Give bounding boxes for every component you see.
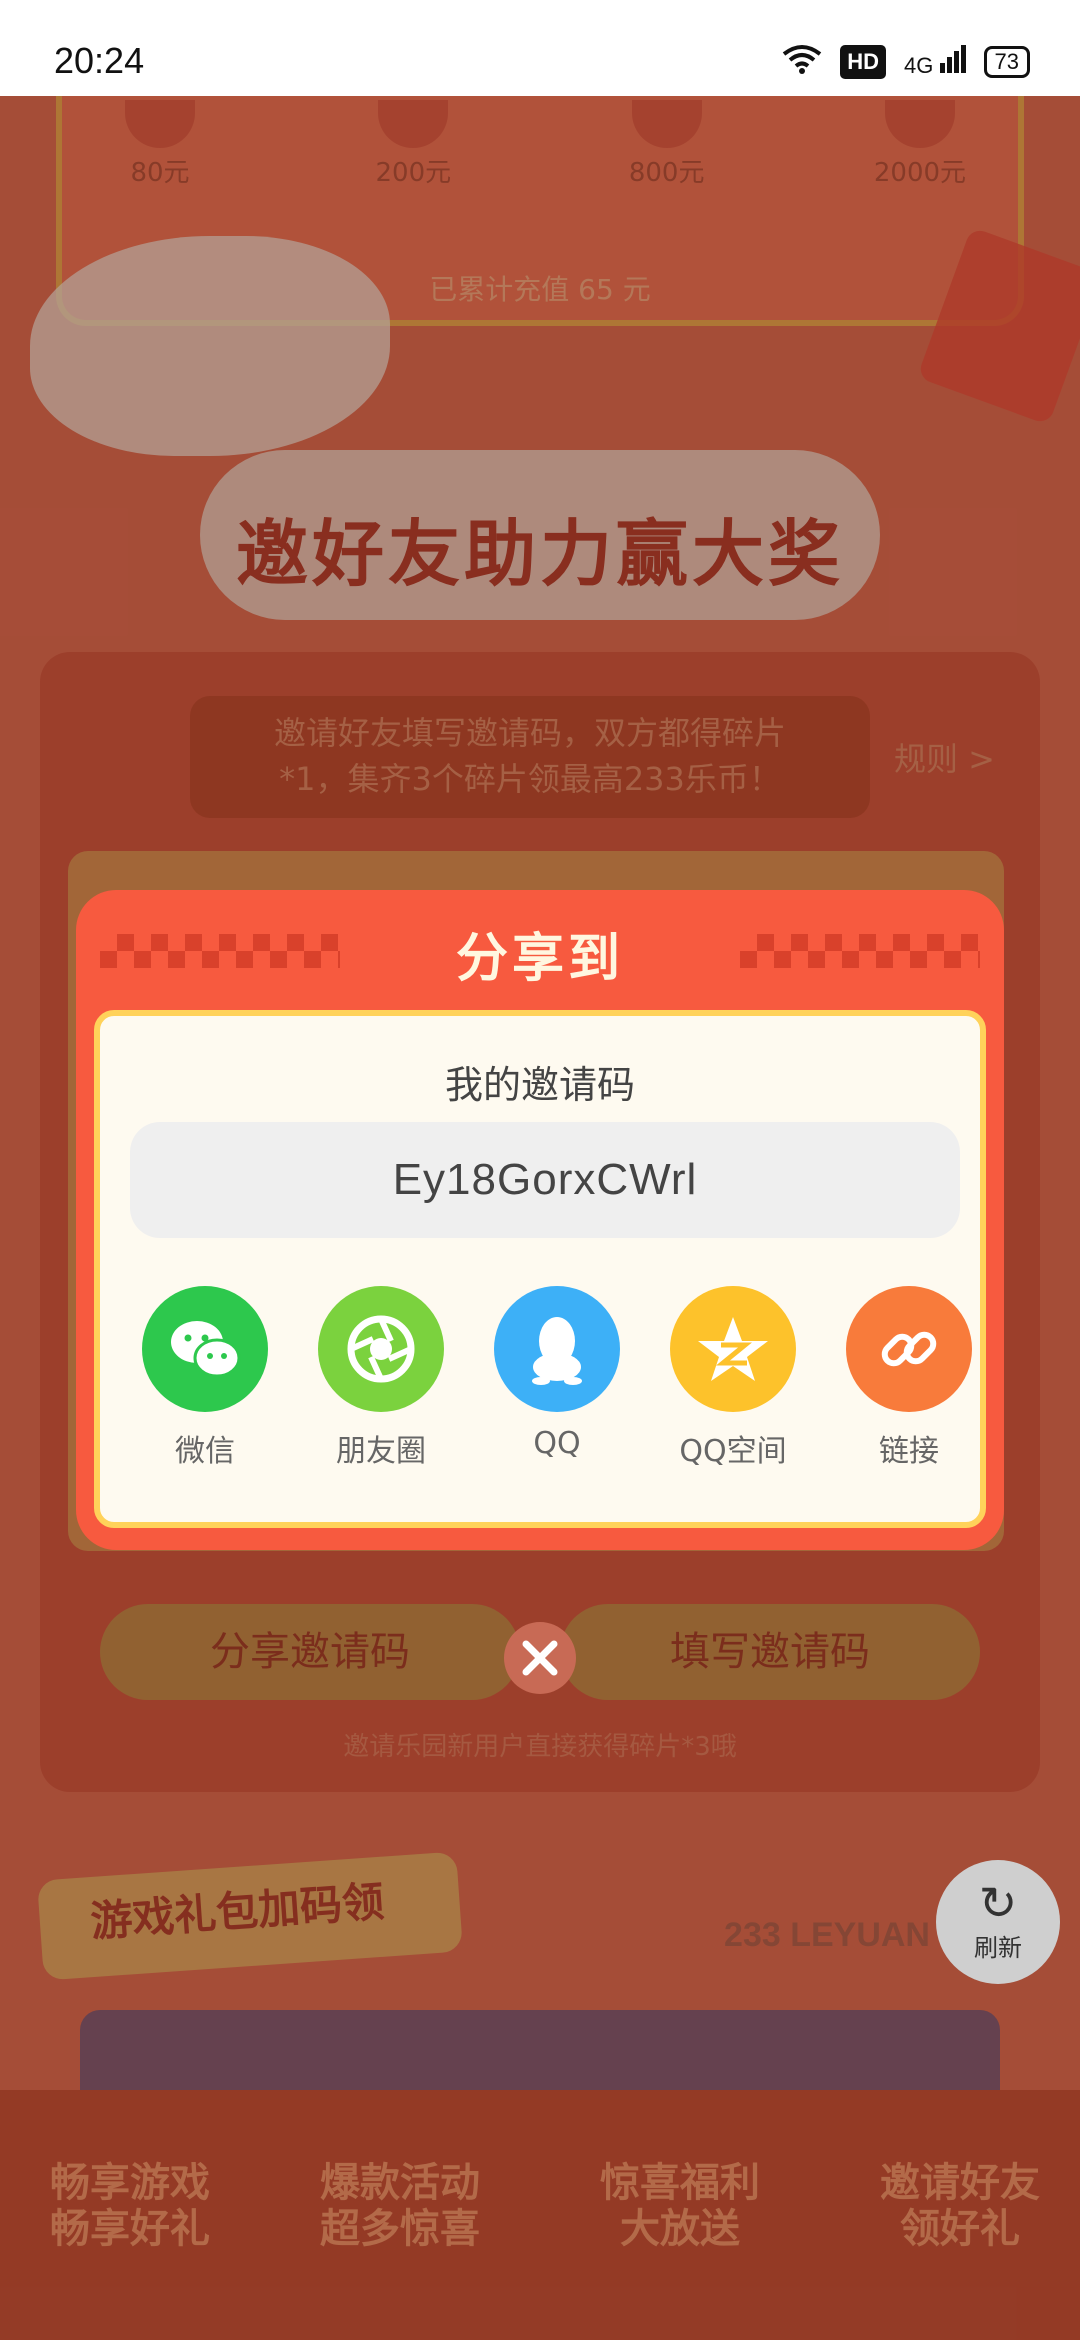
qzone-icon	[670, 1286, 796, 1412]
share-wechat[interactable]: 微信	[130, 1286, 280, 1470]
network-type: 4G	[904, 53, 934, 78]
share-dialog: 分享到 我的邀请码 Ey18GorxCWrl 微信 朋友圈 QQ QQ空间 链接	[76, 890, 1004, 1550]
wifi-icon	[782, 44, 822, 80]
share-qq[interactable]: QQ	[482, 1286, 632, 1461]
close-button[interactable]	[504, 1622, 576, 1694]
invite-code-label: 我的邀请码	[444, 1063, 635, 1107]
share-label: 链接	[879, 1434, 939, 1469]
refresh-icon: ↻	[978, 1876, 1018, 1930]
hd-icon: HD	[840, 45, 887, 79]
status-icons: HD 4G 73	[782, 44, 1030, 80]
qq-icon	[494, 1286, 620, 1412]
refresh-label: 刷新	[974, 1934, 1022, 1962]
share-label: 朋友圈	[336, 1434, 426, 1469]
moments-icon	[318, 1286, 444, 1412]
close-icon	[522, 1640, 558, 1676]
battery-icon: 73	[983, 46, 1030, 78]
share-label: 微信	[175, 1434, 235, 1469]
refresh-button[interactable]: ↻ 刷新	[936, 1860, 1060, 1984]
wechat-icon	[142, 1286, 268, 1412]
share-qzone[interactable]: QQ空间	[658, 1286, 808, 1470]
signal-icon: 4G	[904, 45, 966, 79]
share-label: QQ	[533, 1426, 581, 1461]
dialog-body: 我的邀请码 Ey18GorxCWrl 微信 朋友圈 QQ QQ空间 链接	[94, 1010, 986, 1528]
status-bar: 20:24 HD 4G 73	[0, 0, 1080, 96]
share-link[interactable]: 链接	[834, 1286, 984, 1470]
dialog-title: 分享到	[455, 929, 624, 989]
status-time: 20:24	[54, 40, 145, 81]
link-icon	[846, 1286, 972, 1412]
share-moments[interactable]: 朋友圈	[306, 1286, 456, 1470]
invite-code-box[interactable]: Ey18GorxCWrl	[130, 1122, 960, 1238]
share-targets: 微信 朋友圈 QQ QQ空间 链接	[100, 1286, 980, 1486]
share-label: QQ空间	[679, 1434, 787, 1469]
